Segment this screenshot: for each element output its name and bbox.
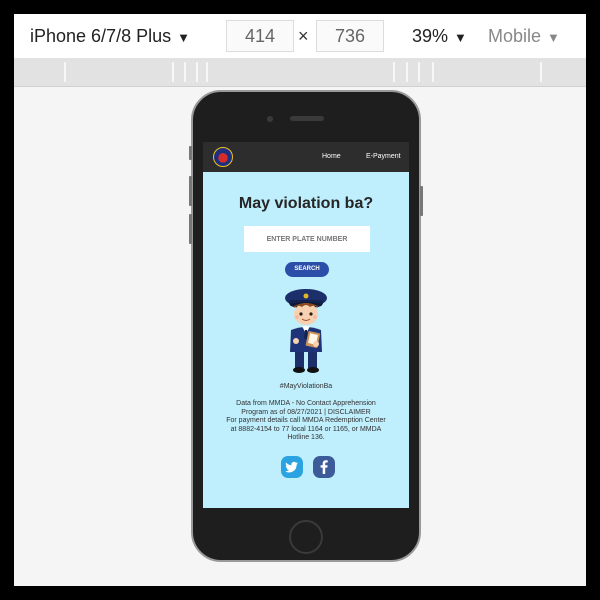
device-toolbar: iPhone 6/7/8 Plus ▼ 414 × 736 39% ▼ Mobile…: [14, 14, 586, 58]
info-line: For payment details call MMDA Redemption…: [226, 417, 386, 424]
device-select[interactable]: iPhone 6/7/8 Plus ▼: [30, 24, 190, 50]
caret-down-icon: ▼: [547, 30, 560, 45]
caret-down-icon: ▼: [454, 30, 467, 45]
nav-epayment-link[interactable]: E-Payment: [366, 152, 401, 162]
site-navbar: Home E-Payment: [203, 142, 409, 172]
ruler-tick: [393, 62, 395, 82]
facebook-button[interactable]: [313, 456, 335, 478]
home-button: [289, 520, 323, 554]
phone-screen: Home E-Payment May violation ba? SEARCH: [203, 142, 409, 508]
ruler-tick: [184, 62, 186, 82]
info-line: at 8882-4154 to 77 local 1164 or 1165, o…: [230, 425, 382, 433]
plate-number-input[interactable]: [244, 226, 370, 252]
caret-down-icon: ▼: [177, 30, 190, 45]
ruler-tick: [418, 62, 420, 82]
devtools-frame: iPhone 6/7/8 Plus ▼ 414 × 736 39% ▼ Mobile…: [14, 14, 586, 586]
zoom-select[interactable]: 39% ▼: [412, 24, 467, 50]
info-line: Data from MMDA - No Contact Apprehension: [236, 400, 376, 407]
info-line: Program as of 08/27/2021 | DISCLAIMER: [241, 408, 371, 416]
dimension-separator: ×: [298, 26, 309, 46]
media-query-ruler[interactable]: [14, 58, 586, 87]
ruler-tick: [196, 62, 198, 82]
zoom-value: 39%: [412, 26, 449, 46]
facebook-icon: [320, 460, 328, 474]
mode-value: Mobile: [488, 26, 542, 46]
info-line: Hotline 136.: [287, 434, 325, 441]
traffic-enforcer-mascot: [285, 289, 327, 373]
page-title: May violation ba?: [238, 195, 374, 212]
speaker: [290, 116, 324, 121]
mute-switch: [189, 146, 192, 160]
nav-home-link[interactable]: Home: [322, 152, 341, 162]
ruler-tick: [432, 62, 434, 82]
twitter-icon: [285, 461, 298, 473]
hashtag-text: #MayViolationBa: [279, 383, 333, 390]
volume-down-button: [189, 214, 192, 244]
volume-up-button: [189, 176, 192, 206]
twitter-button[interactable]: [281, 456, 303, 478]
disclaimer-info: Data from MMDA - No Contact Apprehension…: [213, 400, 399, 443]
iphone-frame: Home E-Payment May violation ba? SEARCH: [189, 90, 423, 562]
ruler-tick: [64, 62, 66, 82]
ruler-tick: [206, 62, 208, 82]
ruler-tick: [172, 62, 174, 82]
width-input[interactable]: 414: [226, 20, 294, 52]
ruler-tick: [540, 62, 542, 82]
search-button[interactable]: SEARCH: [285, 262, 329, 277]
camera: [267, 116, 273, 122]
mmda-logo[interactable]: [213, 147, 233, 167]
device-name: iPhone 6/7/8 Plus: [30, 26, 172, 46]
ruler-tick: [406, 62, 408, 82]
mode-select[interactable]: Mobile ▼: [488, 24, 560, 50]
power-button: [420, 186, 423, 216]
height-input[interactable]: 736: [316, 20, 384, 52]
